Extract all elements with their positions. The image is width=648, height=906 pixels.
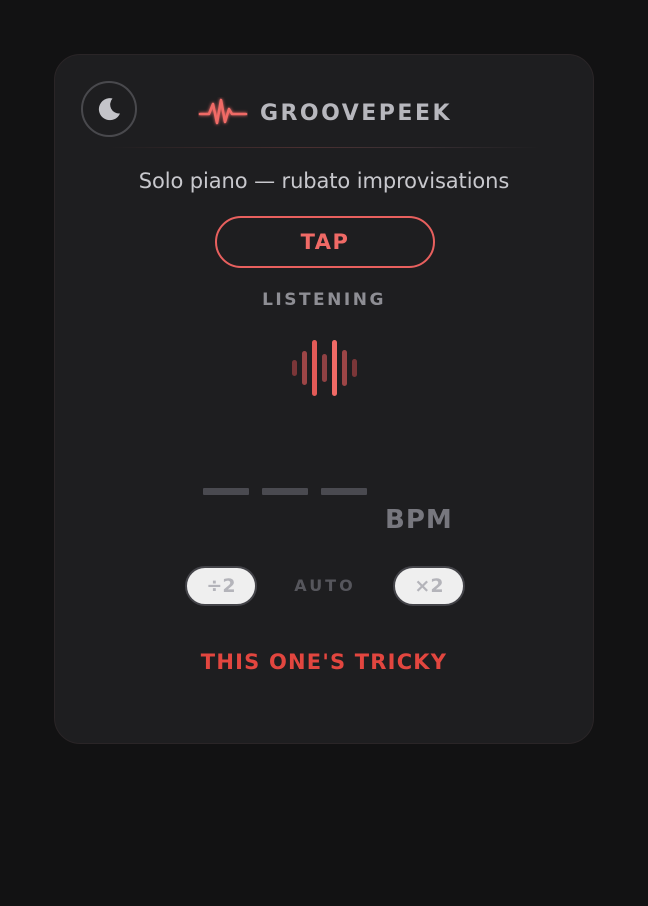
tricky-warning: THIS ONE'S TRICKY — [200, 650, 448, 674]
header-divider — [107, 147, 541, 148]
audio-waveform-icon — [292, 340, 357, 396]
halve-tempo-button[interactable]: ÷2 — [185, 566, 257, 606]
listening-status: LISTENING — [262, 290, 386, 310]
bpm-digit-placeholder — [203, 488, 249, 495]
bpm-digit-placeholder — [321, 488, 367, 495]
bpm-unit-label: BPM — [385, 505, 453, 535]
tempo-card: GROOVEPEEK Solo piano — rubato improvisa… — [54, 54, 594, 744]
track-description: Solo piano — rubato improvisations — [138, 169, 510, 193]
bpm-value-placeholder — [203, 488, 369, 496]
pulse-wave-icon — [198, 98, 248, 125]
tap-button[interactable]: TAP — [215, 216, 435, 268]
double-tempo-button[interactable]: ×2 — [393, 566, 465, 606]
brand-header: GROOVEPEEK — [55, 93, 593, 133]
bpm-digit-placeholder — [262, 488, 308, 495]
auto-mode-label: AUTO — [294, 576, 356, 595]
app-name: GROOVEPEEK — [259, 100, 453, 126]
